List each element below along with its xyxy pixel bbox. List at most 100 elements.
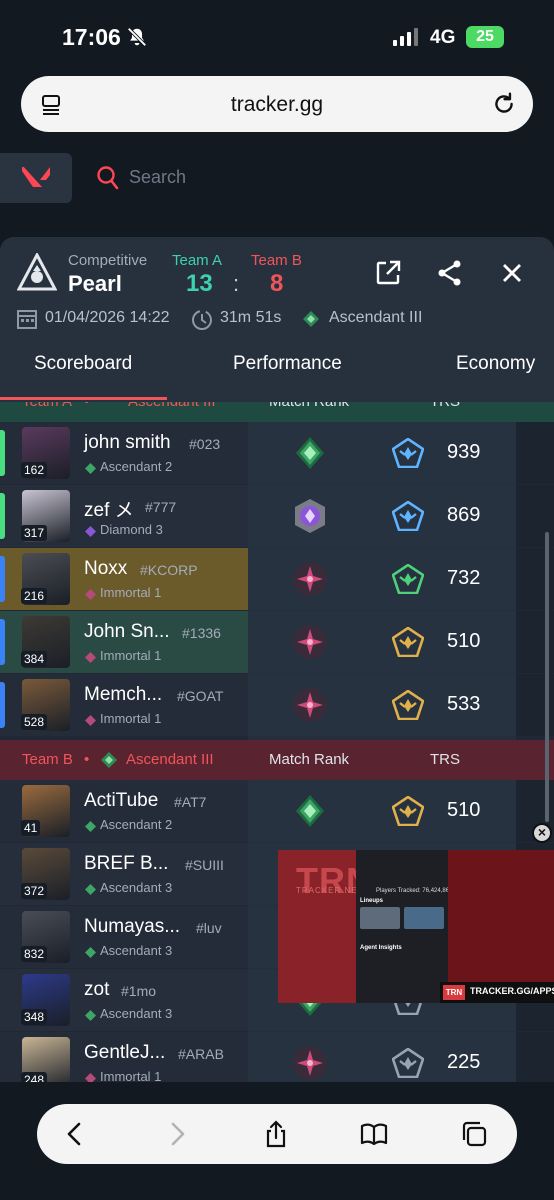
player-name[interactable]: Numayas...	[84, 916, 180, 938]
player-name[interactable]: GentleJ...	[84, 1042, 165, 1064]
player-level: 832	[21, 946, 48, 962]
url-text[interactable]: tracker.gg	[21, 93, 533, 117]
trs-score: 510	[447, 630, 481, 652]
player-rank-icon	[85, 650, 96, 663]
player-row[interactable]: 248 GentleJ... #ARAB Immortal 1 225	[0, 1032, 554, 1082]
player-rank: Diamond 3	[100, 522, 163, 537]
match-datetime: 01/04/2026 14:22	[45, 309, 170, 326]
status-bar: 17:06 4G 25	[0, 0, 554, 70]
close-icon[interactable]	[498, 259, 526, 287]
match-duration: 31m 51s	[220, 309, 282, 326]
player-row[interactable]: 162 john smith #023 Ascendant 2 939	[0, 422, 554, 485]
forward-icon[interactable]	[163, 1120, 191, 1148]
trs-tier-icon	[391, 563, 425, 595]
trs-score: 510	[447, 799, 481, 821]
player-name[interactable]: BREF B...	[84, 853, 168, 875]
match-rank-icon	[292, 687, 328, 723]
player-rank: Ascendant 2	[100, 459, 173, 474]
player-rank: Immortal 1	[100, 648, 162, 663]
player-rank: Immortal 1	[100, 585, 162, 600]
player-row[interactable]: 528 Memch... #GOAT Immortal 1 533	[0, 674, 554, 737]
tab-performance[interactable]: Performance	[233, 353, 342, 375]
player-rank-icon	[85, 1008, 96, 1021]
ad-banner[interactable]: TRN TRACKER NETWORK Players Tracked: 76,…	[278, 850, 554, 1003]
match-rank-icon	[292, 498, 328, 534]
player-rank-icon	[85, 945, 96, 958]
player-rank-icon	[85, 1071, 96, 1082]
scrollbar[interactable]	[545, 532, 549, 822]
map-name: Pearl	[68, 271, 122, 296]
ad-section-lineups: Lineups	[360, 898, 384, 904]
team-b-label: Team B	[251, 252, 302, 269]
trs-tier-icon	[391, 689, 425, 721]
player-name[interactable]: john smith	[84, 432, 171, 454]
trs-tier-icon	[391, 500, 425, 532]
bookmarks-icon[interactable]	[360, 1120, 388, 1148]
party-indicator	[0, 556, 5, 602]
player-level: 528	[21, 714, 48, 730]
team-a-label: Team A	[172, 252, 223, 269]
player-rank-icon	[85, 819, 96, 832]
search-input[interactable]: Search	[129, 167, 186, 188]
player-rank: Immortal 1	[100, 711, 162, 726]
player-name[interactable]: Noxx	[84, 558, 127, 580]
search-icon[interactable]	[96, 165, 120, 191]
player-row[interactable]: 216 Noxx #KCORP Immortal 1 732	[0, 548, 554, 611]
player-level: 384	[21, 651, 48, 667]
player-name[interactable]: Memch...	[84, 684, 162, 706]
trs-tier-icon	[391, 795, 425, 827]
ad-section-agents: Agent Insights	[360, 945, 402, 951]
trs-tier-icon	[391, 1047, 425, 1079]
player-level: 348	[21, 1009, 48, 1025]
player-rank-icon	[85, 524, 96, 537]
team-b-score: 8	[270, 270, 284, 297]
browser-toolbar	[37, 1104, 517, 1164]
player-tag: #023	[189, 436, 221, 452]
player-level: 248	[21, 1072, 48, 1082]
player-rank: Ascendant 3	[100, 880, 173, 895]
valorant-logo-button[interactable]	[0, 153, 72, 203]
tab-scoreboard[interactable]: Scoreboard	[34, 353, 132, 375]
player-row[interactable]: 317 zef メ #777 Diamond 3 869	[0, 485, 554, 548]
player-row[interactable]: 384 John Sn... #1336 Immortal 1 510	[0, 611, 554, 674]
ad-close-button[interactable]: ×	[532, 823, 552, 843]
player-tag: #1336	[182, 625, 221, 641]
team-b-header-rank: Ascendant III	[126, 751, 214, 768]
party-indicator	[0, 430, 5, 476]
share-icon[interactable]	[436, 259, 464, 287]
team-a-score: 13	[186, 270, 213, 297]
competitive-icon	[17, 253, 57, 291]
player-tag: #SUIII	[185, 857, 224, 873]
player-name[interactable]: zef メ	[84, 495, 134, 522]
player-rank-icon	[85, 713, 96, 726]
player-level: 162	[21, 462, 48, 478]
trs-score: 225	[447, 1051, 481, 1073]
player-level: 216	[21, 588, 48, 604]
player-tag: #GOAT	[177, 688, 224, 704]
player-rank-icon	[85, 882, 96, 895]
tabs-icon[interactable]	[460, 1120, 488, 1148]
player-tag: #KCORP	[140, 562, 198, 578]
match-rank-icon	[292, 793, 328, 829]
team-b-header-dot: •	[84, 751, 90, 768]
tab-economy[interactable]: Economy	[456, 353, 535, 375]
ad-brand-url: TRACKER.GG/APPS	[470, 986, 554, 996]
team-b-col-trs: TRS	[430, 751, 460, 768]
bell-muted-icon	[127, 27, 147, 47]
signal-icon	[393, 28, 418, 46]
party-indicator	[0, 493, 5, 539]
ad-app-title: Players Tracked: 76,424,866	[376, 888, 453, 894]
player-name[interactable]: zot	[84, 979, 109, 1001]
player-name[interactable]: John Sn...	[84, 621, 170, 643]
browser-url-bar[interactable]: tracker.gg	[21, 76, 533, 132]
share-upload-icon[interactable]	[262, 1120, 290, 1148]
back-icon[interactable]	[61, 1120, 89, 1148]
trs-score: 939	[447, 441, 481, 463]
open-external-icon[interactable]	[374, 259, 402, 287]
site-nav: Search	[0, 153, 554, 203]
party-indicator	[0, 682, 5, 728]
player-name[interactable]: ActiTube	[84, 790, 158, 812]
reload-icon[interactable]	[491, 91, 517, 117]
player-row[interactable]: 41 ActiTube #AT7 Ascendant 2 510	[0, 780, 554, 843]
status-time: 17:06	[62, 24, 121, 50]
